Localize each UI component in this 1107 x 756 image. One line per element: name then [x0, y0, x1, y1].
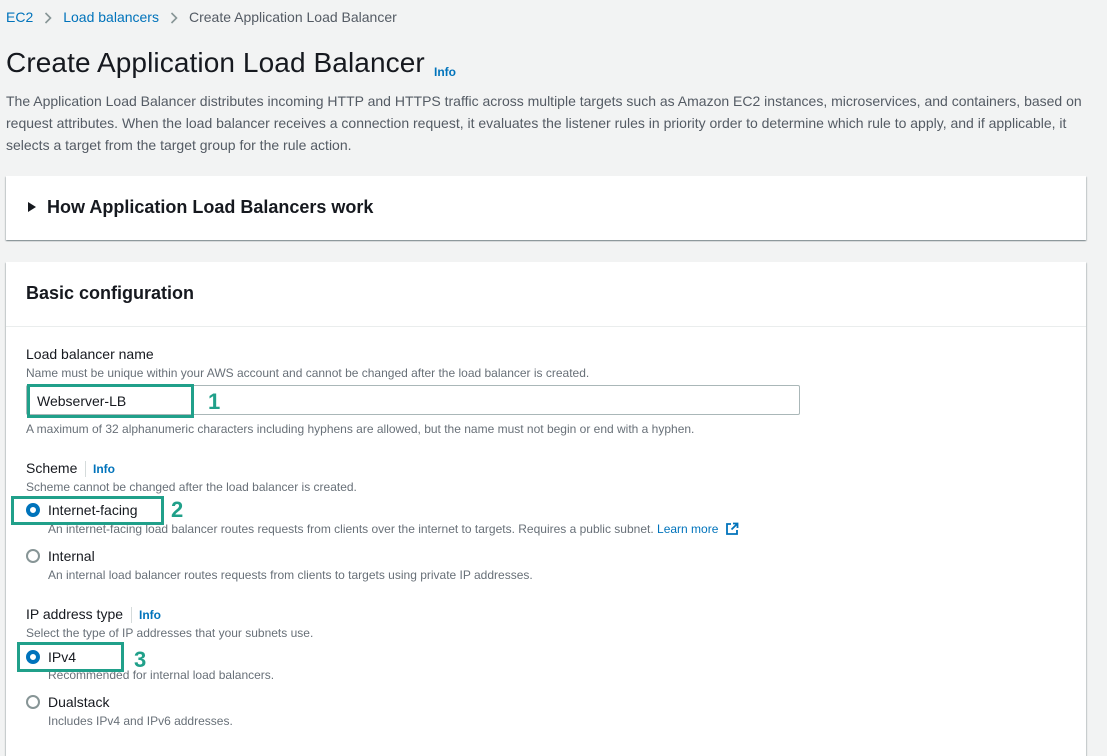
lb-name-hint: Name must be unique within your AWS acco… [26, 366, 590, 380]
annotation-box-2 [11, 496, 164, 525]
breadcrumb: EC2 Load balancers Create Application Lo… [6, 9, 397, 25]
ip-type-label: IP address type [26, 606, 124, 622]
breadcrumb-load-balancers[interactable]: Load balancers [63, 9, 159, 25]
annotation-number-1: 1 [208, 389, 221, 414]
learn-more-link[interactable]: Learn more [657, 522, 739, 536]
external-link-icon [725, 522, 739, 535]
basic-configuration-panel: Basic configuration Load balancer name N… [6, 262, 1086, 756]
breadcrumb-current: Create Application Load Balancer [188, 9, 397, 25]
annotation-number-2: 2 [171, 497, 184, 522]
annotation-box-3 [17, 642, 124, 672]
learn-more-text[interactable]: Learn more [657, 522, 718, 536]
how-it-works-panel[interactable]: How Application Load Balancers work [6, 176, 1086, 240]
info-divider [131, 607, 132, 623]
scheme-info-link[interactable]: Info [93, 462, 115, 476]
lb-name-label: Load balancer name [26, 346, 154, 362]
how-it-works-title[interactable]: How Application Load Balancers work [47, 197, 373, 218]
annotation-number-3: 3 [134, 647, 147, 672]
breadcrumb-ec2[interactable]: EC2 [6, 9, 33, 25]
ip-type-hint: Select the type of IP addresses that you… [26, 626, 314, 640]
chevron-right-icon [165, 9, 183, 25]
lb-name-constraint: A maximum of 32 alphanumeric characters … [26, 422, 695, 436]
internal-label[interactable]: Internal [48, 548, 95, 564]
annotation-box-1 [27, 384, 194, 418]
scheme-hint: Scheme cannot be changed after the load … [26, 480, 357, 494]
title-info-link[interactable]: Info [434, 65, 456, 79]
chevron-right-icon [39, 9, 57, 25]
page-title: Create Application Load Balancer [6, 47, 425, 78]
basic-configuration-header: Basic configuration [6, 262, 1086, 327]
scheme-label: Scheme [26, 460, 78, 476]
ip-type-info-link[interactable]: Info [139, 608, 161, 622]
radio-dualstack[interactable] [26, 695, 40, 709]
dualstack-desc: Includes IPv4 and IPv6 addresses. [48, 714, 233, 728]
radio-internal[interactable] [26, 549, 40, 563]
page-description: The Application Load Balancer distribute… [6, 93, 1082, 153]
info-divider [85, 461, 86, 477]
basic-configuration-title: Basic configuration [26, 283, 195, 303]
dualstack-label[interactable]: Dualstack [48, 694, 109, 710]
caret-right-icon [28, 202, 36, 212]
internal-desc: An internal load balancer routes request… [48, 568, 533, 582]
